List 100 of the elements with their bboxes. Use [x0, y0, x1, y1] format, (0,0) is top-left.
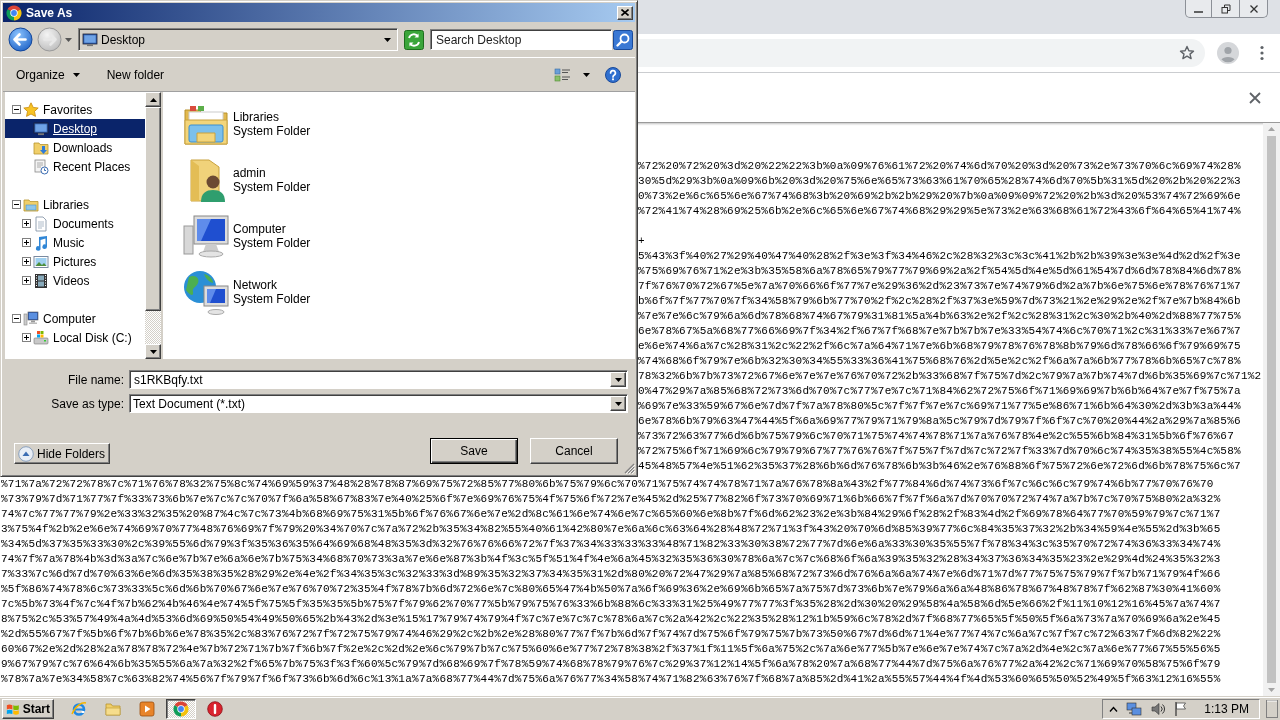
monitor-icon	[33, 120, 49, 137]
dropdown-button[interactable]	[610, 396, 626, 411]
tree-item[interactable]: Desktop	[5, 119, 145, 138]
scrollbar-thumb[interactable]	[1267, 136, 1276, 683]
network-icon[interactable]	[1126, 701, 1143, 717]
scroll-up-button[interactable]	[145, 92, 161, 107]
dropdown-arrow-icon[interactable]	[384, 37, 391, 42]
media-play-icon	[139, 701, 155, 717]
tree-item[interactable]: Videos	[5, 271, 145, 290]
item-name[interactable]: admin	[233, 166, 311, 180]
item-name[interactable]: Computer	[233, 222, 311, 236]
text-line: %73%72%63%77%6d%6b%75%79%6c%70%71%75%74%74%78%71%7a%76%78%4e%2c%55%6b%84%31%5b%6f%76%67	[638, 429, 1235, 444]
music-note-icon	[33, 234, 49, 251]
item-type: System Folder	[233, 180, 311, 194]
text-line: 74%7c%77%77%79%2e%33%32%35%20%87%4c%7c%73%4b%68%69%75%31%5b%6f%76%67%6e%7e%2d%8c%61%6e%74%6e%7c%65%60%6e%8b%7f%6d%62%23%2e%3b%84%29%6f%28%2f%83%4d%2f%69%78%64%77%70%59%79%7c%71%7	[1, 507, 1221, 522]
plus-box-icon[interactable]	[22, 333, 31, 342]
tree-item[interactable]: Music	[5, 233, 145, 252]
help-icon[interactable]	[605, 66, 621, 83]
text-line: 0%73%2e%6c%65%6e%67%74%68%3b%20%69%2b%2b%29%20%7b%0a%09%09%72%20%2b%3d%20%53%74%72%69%6e	[638, 189, 1241, 204]
text-line: 3%75%4f%2b%2e%6e%74%69%70%77%48%76%69%7f%79%20%34%70%7c%7a%72%2b%35%34%82%55%40%61%42%80%7e%6a%6c%63%64%28%48%72%71%3f%43%20%70%6d%85%39%77%6c%84%35%37%32%2b%34%59%4e%55%2d%3b%65	[1, 522, 1221, 537]
document-icon	[33, 215, 49, 232]
flag-icon[interactable]	[1174, 701, 1189, 717]
speaker-icon[interactable]	[1150, 701, 1167, 717]
item-name[interactable]: Network	[233, 278, 311, 292]
tree-item[interactable]: Computer	[5, 309, 145, 328]
plus-box-icon[interactable]	[22, 257, 31, 266]
text-line: %7e%7e%6c%79%6a%6d%78%68%74%67%79%31%81%5a%4b%63%2e%2f%2c%28%31%2c%30%2b%40%2d%88%77%75%	[638, 309, 1241, 324]
scroll-down-button[interactable]	[145, 344, 161, 359]
taskbar-button[interactable]	[166, 699, 196, 719]
text-line: 60%67%2e%2d%28%2a%78%78%72%4e%7b%72%71%7b%7f%6b%7f%2e%2c%2d%2e%6c%79%7b%7c%75%60%6e%77%72%78%38%2f%37%1f%11%5f%6a%75%2c%7a%6e%77%5b%7e%6e%7e%74%7c%7a%2d%4e%2c%7a%6e%77%67%55%56%5	[1, 642, 1221, 657]
folder-icon	[105, 701, 121, 717]
text-line: %78%7a%7e%34%58%7c%63%82%74%56%7f%79%7f%6f%73%6b%6d%6c%13%1a%7a%68%77%44%7d%75%6a%76%77%34%58%74%71%82%63%76%7f%68%7a%85%2d%41%2a%55%57%44%4f%4d%53%60%65%50%52%49%5f%63%12%16%55%	[1, 672, 1221, 687]
text-line: %74%68%6f%79%7e%6b%32%30%34%55%33%36%41%75%68%76%2d%5e%2c%2f%6a%7a%6b%77%78%6b%65%7c%78%	[638, 354, 1241, 369]
file-type-dropdown[interactable]: Text Document (*.txt)	[129, 394, 628, 413]
start-button[interactable]: Start	[2, 699, 54, 719]
monitor-icon	[82, 31, 98, 48]
dropdown-button[interactable]	[610, 372, 626, 387]
menu-icon[interactable]	[1260, 45, 1264, 61]
dropdown-arrow-icon[interactable]	[614, 401, 622, 406]
search-field[interactable]: Search Desktop	[430, 29, 612, 50]
dropdown-arrow-icon[interactable]	[614, 377, 622, 382]
text-line: %34%5d%37%35%33%30%2c%39%55%6d%79%3f%35%36%35%64%69%68%48%35%3d%32%76%76%66%72%7f%37%34%33%33%33%48%71%82%33%30%38%72%77%7d%6e%6a%33%30%35%55%7f%78%34%3c%35%70%72%74%36%33%34%74%	[1, 537, 1221, 552]
dialog-button[interactable]: Cancel	[530, 438, 618, 464]
tree-item[interactable]: Recent Places	[5, 157, 145, 176]
computer-icon[interactable]	[182, 212, 230, 260]
close-icon[interactable]	[1249, 91, 1261, 104]
plus-box-icon[interactable]	[22, 276, 31, 285]
field-label: File name:	[66, 372, 124, 387]
minus-box-icon[interactable]	[12, 314, 21, 323]
text-line: 9%67%79%7c%76%64%6b%35%55%6a%7a%32%2f%65%7b%75%3f%3f%60%5c%79%7d%68%69%7f%78%59%74%68%78%79%76%7c%29%37%12%14%5f%6a%78%20%7a%68%77%44%7d%75%6a%76%77%2a%42%2c%71%69%70%58%75%6f%79	[1, 657, 1221, 672]
clock-time: 1:13 PM	[1204, 702, 1249, 716]
plus-box-icon[interactable]	[22, 238, 31, 247]
text-line: b%6f%7f%77%70%7f%34%58%79%6b%77%70%2f%2c%28%2f%37%3e%59%7d%73%21%2e%29%2e%2f%7e%7b%84%6b	[638, 294, 1241, 309]
resize-grip-icon[interactable]	[624, 463, 635, 474]
refresh-icon[interactable]	[404, 29, 424, 50]
disk-drive-icon	[33, 329, 49, 346]
plus-box-icon[interactable]	[22, 219, 31, 228]
minus-box-icon[interactable]	[12, 200, 21, 209]
down-triangle-icon	[149, 349, 157, 354]
text-line: 45%48%57%4e%51%62%35%37%28%6b%6d%76%78%6b%3b%46%2e%76%88%6f%75%72%6e%72%6d%6b%78%75%6c%7	[638, 459, 1241, 474]
tree-item[interactable]: Documents	[5, 214, 145, 233]
list-view-icon[interactable]	[554, 67, 571, 82]
item-name[interactable]: Libraries	[233, 110, 311, 124]
text-line: %71%7a%72%72%78%7c%71%76%78%32%75%8c%74%69%59%37%48%28%78%87%69%75%72%85%77%80%6b%75%79%6c%70%71%75%74%74%78%71%7a%76%78%8a%43%2f%77%84%6d%74%73%6f%7c%6c%6c%79%74%6b%77%70%76%70	[1, 477, 1214, 492]
library-folder-icon	[23, 196, 39, 213]
text-line: %2d%55%67%7f%5b%6f%7b%6b%6e%78%35%2c%83%76%72%7f%72%75%79%74%46%29%2c%2b%2e%28%80%77%7f%7b%6d%7f%74%7d%75%6f%79%75%7b%73%50%67%7d%6d%71%4e%77%74%7c%6a%7c%7f%7c%72%63%7f%6d%82%22%	[1, 627, 1221, 642]
windows-flag-icon	[6, 702, 20, 716]
minimize-icon	[1194, 11, 1203, 13]
menu-button[interactable]: Organize	[10, 64, 86, 85]
hide-folders-button[interactable]: Hide Folders	[14, 443, 111, 464]
address-bar[interactable]: Desktop	[78, 28, 398, 51]
network-globe-icon[interactable]	[182, 268, 230, 316]
field-label: Save as type:	[50, 396, 124, 411]
text-line: 0%47%29%7a%85%68%72%73%6d%70%7c%77%7e%7c%71%84%62%72%75%6f%71%69%69%7b%6b%64%7e%7f%75%7a	[638, 384, 1241, 399]
text-line: 6e%78%67%5a%68%77%66%69%7f%34%2f%67%7f%68%7e%7b%7b%7e%33%54%74%6c%70%71%2c%31%33%7e%67%7	[638, 324, 1241, 339]
text-line: e%6e%74%6a%7c%28%31%2c%22%2f%6c%7a%64%71%7e%6b%68%79%78%76%78%8b%79%6d%78%66%6f%79%69%75	[638, 339, 1241, 354]
tree-item[interactable]: Favorites	[5, 100, 145, 119]
recent-document-icon	[33, 158, 49, 175]
star-icon[interactable]	[1179, 45, 1195, 61]
text-line: 5%43%3f%40%27%29%40%47%40%28%2f%3e%3f%34%46%2c%28%32%3c%3c%41%2b%2b%39%3e%3e%4d%2d%2f%3e	[638, 249, 1241, 264]
up-caret-icon[interactable]	[1109, 706, 1119, 712]
text-line: 7c%5b%73%4f%7c%4f%7b%62%4b%46%4e%74%5f%75%5f%35%35%5b%75%7f%79%62%70%77%5b%79%75%76%33%6b%88%6c%33%31%25%49%77%77%3f%35%28%2d%30%20%29%58%4a%58%6d%5e%66%2f%11%10%12%16%45%7a%74%7	[1, 597, 1221, 612]
file-name-field[interactable]: s1RKBqfy.txt	[129, 370, 628, 389]
text-line: 74%7f%7a%78%4b%3d%3a%7c%6e%7b%7e%6a%6e%7b%75%34%68%70%73%3a%7e%6e%87%3b%4f%3c%5f%51%4f%4e%6a%45%32%35%36%30%78%6a%7c%7c%68%6f%6a%39%35%32%28%34%37%36%34%35%23%2e%29%4d%24%35%32%3	[1, 552, 1221, 567]
toolbar-button[interactable]: New folder	[100, 64, 171, 85]
scrollbar-thumb[interactable]	[145, 107, 161, 311]
item-type: System Folder	[233, 124, 311, 138]
minus-box-icon[interactable]	[12, 105, 21, 114]
app-logo-icon	[6, 4, 22, 21]
tree-item[interactable]: Pictures	[5, 252, 145, 271]
tree-item[interactable]: Local Disk (C:)	[5, 328, 145, 347]
text-line: 30%5d%29%3b%0a%09%6b%20%3d%20%75%6e%65%73%63%61%70%65%28%74%6d%70%5b%31%5d%20%2b%20%22%3	[638, 174, 1241, 189]
picture-icon	[33, 253, 49, 270]
search-icon[interactable]	[613, 29, 633, 50]
show-desktop-icon[interactable]	[1266, 700, 1278, 718]
text-line: %69%7e%33%59%67%6e%7d%7f%7a%78%80%5c%7f%7f%7e%7c%69%71%77%5e%86%71%6b%64%30%2d%3b%3a%44%	[638, 399, 1241, 414]
tree-item[interactable]: Downloads	[5, 138, 145, 157]
dialog-button[interactable]: Save	[430, 438, 518, 464]
tree-item[interactable]: Libraries	[5, 195, 145, 214]
text-line: 6e%78%6b%79%63%47%44%5f%6a%69%77%79%71%79%8a%5c%79%7d%79%7f%6f%7c%70%20%44%2a%29%7a%85%6	[638, 414, 1241, 429]
